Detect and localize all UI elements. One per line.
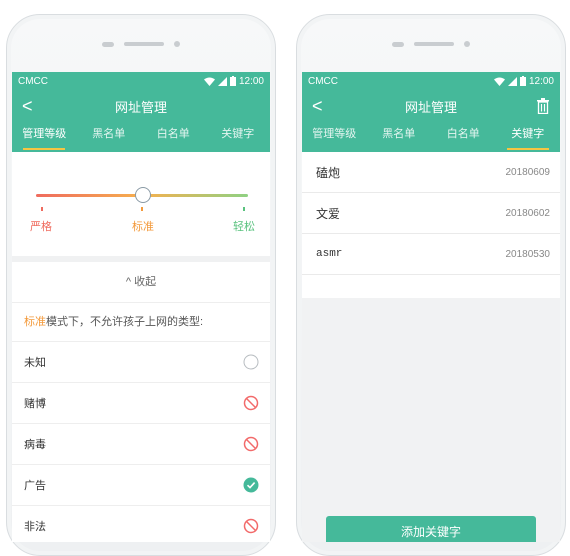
mode-name: 标准 [24,316,46,328]
trash-icon[interactable] [536,98,550,114]
page-title: 网址管理 [404,99,457,115]
category-row[interactable]: 未知 [12,342,270,383]
category-label: 非法 [24,521,46,533]
tab-level[interactable]: 管理等级 [302,122,367,152]
category-row[interactable]: 非法 [12,506,270,542]
keyword-row[interactable]: 文爱 20180602 [302,193,560,234]
keyword-row[interactable]: 磕炮 20180609 [302,152,560,193]
left-phone: CMCC 12:00 < 网址管理 管理等级 黑名单 白名单 关键字 严格 标准… [6,14,276,556]
category-row[interactable]: 病毒 [12,424,270,465]
mode-description-text: 模式下，不允许孩子上网的类型: [46,316,204,328]
prohibited-icon[interactable] [242,517,260,535]
category-label: 广告 [24,480,46,492]
signal-icon [507,76,517,86]
wifi-icon [203,77,215,86]
collapse-button[interactable]: ^ 收起 [12,262,270,303]
back-button[interactable]: < [312,90,323,122]
category-row[interactable]: 赌博 [12,383,270,424]
tick-loose [243,207,245,211]
keyword-date: 20180609 [505,166,551,178]
category-row[interactable]: 广告 [12,465,270,506]
clock: 12:00 [238,75,264,87]
carrier-label: CMCC [308,75,338,87]
tab-blacklist[interactable]: 黑名单 [77,122,142,152]
keyword-text: 文爱 [316,206,341,221]
level-loose[interactable]: 轻松 [233,218,255,234]
battery-icon [519,76,526,86]
keyword-date: 20180602 [505,207,551,219]
nav-bar: < 网址管理 [302,90,560,122]
signal-icon [217,76,227,86]
wifi-icon [493,77,505,86]
status-bar: CMCC 12:00 [12,72,270,90]
page-title: 网址管理 [114,99,167,115]
add-keyword-button[interactable]: 添加关键字 [326,516,536,542]
empty-circle-icon[interactable] [242,353,260,371]
right-phone: CMCC 12:00 < 网址管理 管理等级 黑名单 白名单 关键字 磕炮 20… [296,14,566,556]
status-bar: CMCC 12:00 [302,72,560,90]
keyword-date: 20180530 [505,248,551,260]
tab-whitelist[interactable]: 白名单 [431,122,496,152]
clock: 12:00 [528,75,554,87]
level-standard[interactable]: 标准 [132,218,154,234]
tab-whitelist[interactable]: 白名单 [141,122,206,152]
prohibited-icon[interactable] [242,435,260,453]
nav-bar: < 网址管理 [12,90,270,122]
tab-blacklist[interactable]: 黑名单 [367,122,432,152]
right-screen: CMCC 12:00 < 网址管理 管理等级 黑名单 白名单 关键字 磕炮 20… [302,72,560,542]
battery-icon [229,76,236,86]
level-slider-thumb[interactable] [135,187,151,203]
category-label: 赌博 [24,398,46,410]
tab-bar: 管理等级 黑名单 白名单 关键字 [302,122,560,152]
keyword-text: 磕炮 [316,165,341,180]
level-slider-panel: 严格 标准 轻松 [12,152,270,262]
phone-speaker [392,41,470,47]
check-circle-icon[interactable] [242,476,260,494]
back-button[interactable]: < [22,90,33,122]
prohibited-icon[interactable] [242,394,260,412]
tab-keywords[interactable]: 关键字 [206,122,271,152]
level-strict[interactable]: 严格 [30,218,52,234]
tick-strict [41,207,43,211]
tab-keywords[interactable]: 关键字 [496,122,561,152]
tab-bar: 管理等级 黑名单 白名单 关键字 [12,122,270,152]
tab-level[interactable]: 管理等级 [12,122,77,152]
left-screen: CMCC 12:00 < 网址管理 管理等级 黑名单 白名单 关键字 严格 标准… [12,72,270,542]
keyword-text: asmr [316,248,343,260]
category-label: 未知 [24,357,46,369]
mode-description: 标准模式下，不允许孩子上网的类型: [12,303,270,342]
keyword-row[interactable]: asmr 20180530 [302,234,560,275]
empty-list-area [302,298,560,542]
category-label: 病毒 [24,439,46,451]
phone-speaker [102,41,180,47]
carrier-label: CMCC [18,75,48,87]
tick-standard [141,207,143,211]
